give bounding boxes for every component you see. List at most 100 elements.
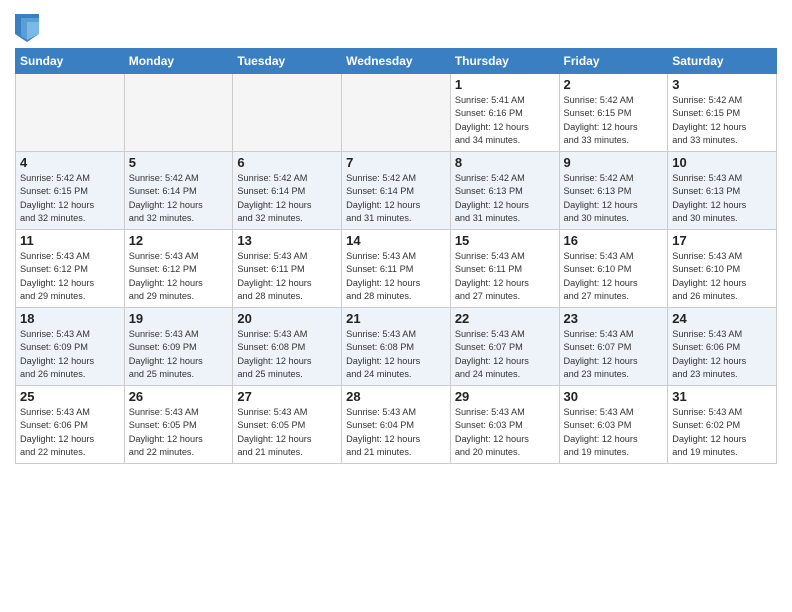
day-cell-13: 13 Sunrise: 5:43 AM Sunset: 6:11 PM Dayli… <box>233 230 342 308</box>
day-number: 4 <box>20 155 120 170</box>
day-number: 20 <box>237 311 337 326</box>
day-cell-21: 21 Sunrise: 5:43 AM Sunset: 6:08 PM Dayli… <box>342 308 451 386</box>
day-cell-15: 15 Sunrise: 5:43 AM Sunset: 6:11 PM Dayli… <box>450 230 559 308</box>
day-cell-4: 4 Sunrise: 5:42 AM Sunset: 6:15 PM Daylig… <box>16 152 125 230</box>
day-number: 18 <box>20 311 120 326</box>
day-cell-3: 3 Sunrise: 5:42 AM Sunset: 6:15 PM Daylig… <box>668 74 777 152</box>
day-cell-29: 29 Sunrise: 5:43 AM Sunset: 6:03 PM Dayli… <box>450 386 559 464</box>
day-info: Sunrise: 5:43 AM Sunset: 6:04 PM Dayligh… <box>346 406 446 459</box>
day-cell-24: 24 Sunrise: 5:43 AM Sunset: 6:06 PM Dayli… <box>668 308 777 386</box>
day-cell-30: 30 Sunrise: 5:43 AM Sunset: 6:03 PM Dayli… <box>559 386 668 464</box>
day-info: Sunrise: 5:43 AM Sunset: 6:06 PM Dayligh… <box>20 406 120 459</box>
day-number: 19 <box>129 311 229 326</box>
day-number: 23 <box>564 311 664 326</box>
calendar-table: SundayMondayTuesdayWednesdayThursdayFrid… <box>15 48 777 464</box>
day-cell-7: 7Sunrise: 5:42 AM Sunset: 6:14 PM Daylig… <box>342 152 451 230</box>
header-row: SundayMondayTuesdayWednesdayThursdayFrid… <box>16 49 777 74</box>
day-cell-10: 10Sunrise: 5:43 AM Sunset: 6:13 PM Dayli… <box>668 152 777 230</box>
day-number: 21 <box>346 311 446 326</box>
day-number: 12 <box>129 233 229 248</box>
day-number: 29 <box>455 389 555 404</box>
day-number: 14 <box>346 233 446 248</box>
col-header-sunday: Sunday <box>16 49 125 74</box>
day-number: 22 <box>455 311 555 326</box>
day-info: Sunrise: 5:43 AM Sunset: 6:03 PM Dayligh… <box>564 406 664 459</box>
day-info: Sunrise: 5:41 AM Sunset: 6:16 PM Dayligh… <box>455 94 555 147</box>
day-cell-9: 9Sunrise: 5:42 AM Sunset: 6:13 PM Daylig… <box>559 152 668 230</box>
day-cell-17: 17 Sunrise: 5:43 AM Sunset: 6:10 PM Dayli… <box>668 230 777 308</box>
day-cell-6: 6 Sunrise: 5:42 AM Sunset: 6:14 PM Daylig… <box>233 152 342 230</box>
day-number: 2 <box>564 77 664 92</box>
col-header-thursday: Thursday <box>450 49 559 74</box>
day-cell-11: 11Sunrise: 5:43 AM Sunset: 6:12 PM Dayli… <box>16 230 125 308</box>
day-info: Sunrise: 5:43 AM Sunset: 6:12 PM Dayligh… <box>129 250 229 303</box>
day-info: Sunrise: 5:43 AM Sunset: 6:02 PM Dayligh… <box>672 406 772 459</box>
day-number: 3 <box>672 77 772 92</box>
day-number: 31 <box>672 389 772 404</box>
day-cell-23: 23 Sunrise: 5:43 AM Sunset: 6:07 PM Dayli… <box>559 308 668 386</box>
day-cell-1: 1 Sunrise: 5:41 AM Sunset: 6:16 PM Daylig… <box>450 74 559 152</box>
day-cell-31: 31 Sunrise: 5:43 AM Sunset: 6:02 PM Dayli… <box>668 386 777 464</box>
day-number: 28 <box>346 389 446 404</box>
logo <box>15 14 41 42</box>
day-number: 25 <box>20 389 120 404</box>
day-cell-5: 5Sunrise: 5:42 AM Sunset: 6:14 PM Daylig… <box>124 152 233 230</box>
day-cell-12: 12 Sunrise: 5:43 AM Sunset: 6:12 PM Dayli… <box>124 230 233 308</box>
day-cell-8: 8Sunrise: 5:42 AM Sunset: 6:13 PM Daylig… <box>450 152 559 230</box>
day-cell-20: 20 Sunrise: 5:43 AM Sunset: 6:08 PM Dayli… <box>233 308 342 386</box>
day-cell-27: 27 Sunrise: 5:43 AM Sunset: 6:05 PM Dayli… <box>233 386 342 464</box>
col-header-friday: Friday <box>559 49 668 74</box>
day-info: Sunrise: 5:43 AM Sunset: 6:06 PM Dayligh… <box>672 328 772 381</box>
day-info: Sunrise: 5:42 AM Sunset: 6:13 PM Dayligh… <box>455 172 555 225</box>
day-cell-28: 28 Sunrise: 5:43 AM Sunset: 6:04 PM Dayli… <box>342 386 451 464</box>
day-number: 15 <box>455 233 555 248</box>
day-info: Sunrise: 5:42 AM Sunset: 6:14 PM Dayligh… <box>129 172 229 225</box>
day-number: 24 <box>672 311 772 326</box>
day-info: Sunrise: 5:43 AM Sunset: 6:11 PM Dayligh… <box>346 250 446 303</box>
day-info: Sunrise: 5:42 AM Sunset: 6:13 PM Dayligh… <box>564 172 664 225</box>
day-cell-16: 16Sunrise: 5:43 AM Sunset: 6:10 PM Dayli… <box>559 230 668 308</box>
header <box>15 10 777 42</box>
day-number: 27 <box>237 389 337 404</box>
day-info: Sunrise: 5:42 AM Sunset: 6:14 PM Dayligh… <box>237 172 337 225</box>
day-number: 17 <box>672 233 772 248</box>
week-row-4: 18 Sunrise: 5:43 AM Sunset: 6:09 PM Dayli… <box>16 308 777 386</box>
calendar-container: SundayMondayTuesdayWednesdayThursdayFrid… <box>0 0 792 474</box>
day-cell-19: 19Sunrise: 5:43 AM Sunset: 6:09 PM Dayli… <box>124 308 233 386</box>
day-cell-14: 14 Sunrise: 5:43 AM Sunset: 6:11 PM Dayli… <box>342 230 451 308</box>
col-header-monday: Monday <box>124 49 233 74</box>
day-number: 1 <box>455 77 555 92</box>
col-header-saturday: Saturday <box>668 49 777 74</box>
col-header-wednesday: Wednesday <box>342 49 451 74</box>
day-info: Sunrise: 5:43 AM Sunset: 6:05 PM Dayligh… <box>237 406 337 459</box>
week-row-5: 25 Sunrise: 5:43 AM Sunset: 6:06 PM Dayli… <box>16 386 777 464</box>
day-number: 11 <box>20 233 120 248</box>
day-info: Sunrise: 5:43 AM Sunset: 6:08 PM Dayligh… <box>346 328 446 381</box>
day-info: Sunrise: 5:43 AM Sunset: 6:11 PM Dayligh… <box>455 250 555 303</box>
empty-cell <box>342 74 451 152</box>
day-info: Sunrise: 5:43 AM Sunset: 6:07 PM Dayligh… <box>564 328 664 381</box>
day-info: Sunrise: 5:43 AM Sunset: 6:09 PM Dayligh… <box>20 328 120 381</box>
empty-cell <box>124 74 233 152</box>
day-info: Sunrise: 5:43 AM Sunset: 6:13 PM Dayligh… <box>672 172 772 225</box>
day-cell-25: 25 Sunrise: 5:43 AM Sunset: 6:06 PM Dayli… <box>16 386 125 464</box>
day-number: 26 <box>129 389 229 404</box>
day-info: Sunrise: 5:42 AM Sunset: 6:15 PM Dayligh… <box>564 94 664 147</box>
day-number: 6 <box>237 155 337 170</box>
day-info: Sunrise: 5:42 AM Sunset: 6:15 PM Dayligh… <box>20 172 120 225</box>
day-cell-18: 18 Sunrise: 5:43 AM Sunset: 6:09 PM Dayli… <box>16 308 125 386</box>
day-number: 30 <box>564 389 664 404</box>
logo-icon <box>15 14 39 42</box>
day-number: 7 <box>346 155 446 170</box>
day-info: Sunrise: 5:42 AM Sunset: 6:15 PM Dayligh… <box>672 94 772 147</box>
day-number: 13 <box>237 233 337 248</box>
day-info: Sunrise: 5:43 AM Sunset: 6:10 PM Dayligh… <box>564 250 664 303</box>
day-info: Sunrise: 5:43 AM Sunset: 6:03 PM Dayligh… <box>455 406 555 459</box>
col-header-tuesday: Tuesday <box>233 49 342 74</box>
day-info: Sunrise: 5:43 AM Sunset: 6:10 PM Dayligh… <box>672 250 772 303</box>
day-info: Sunrise: 5:43 AM Sunset: 6:08 PM Dayligh… <box>237 328 337 381</box>
day-info: Sunrise: 5:43 AM Sunset: 6:07 PM Dayligh… <box>455 328 555 381</box>
empty-cell <box>16 74 125 152</box>
day-info: Sunrise: 5:43 AM Sunset: 6:11 PM Dayligh… <box>237 250 337 303</box>
day-cell-26: 26Sunrise: 5:43 AM Sunset: 6:05 PM Dayli… <box>124 386 233 464</box>
